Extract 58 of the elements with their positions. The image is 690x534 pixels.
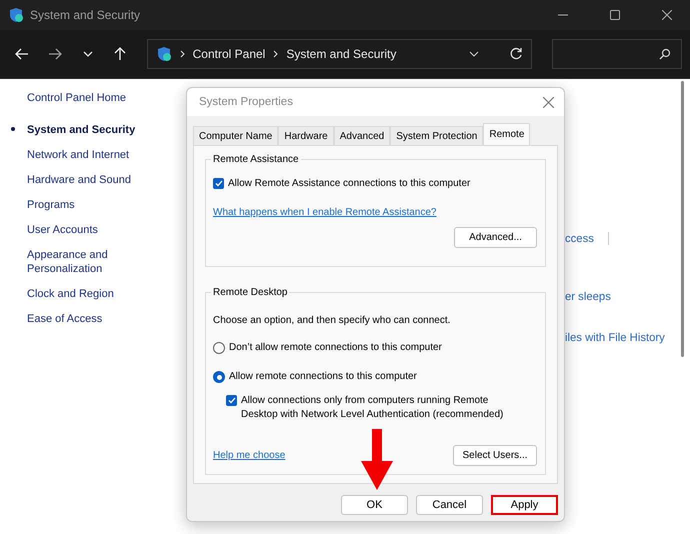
- instruction-text: Choose an option, and then specify who can connect.: [213, 315, 452, 326]
- forward-arrow-icon[interactable]: [48, 48, 62, 60]
- sidebar-item[interactable]: User Accounts: [27, 221, 98, 239]
- checkbox[interactable]: [226, 395, 237, 406]
- dialog-title: System Properties: [199, 96, 293, 108]
- task-link[interactable]: iles with File History: [565, 332, 665, 344]
- search-icon: [658, 48, 671, 60]
- sidebar-item[interactable]: Clock and Region: [27, 285, 114, 303]
- help-link[interactable]: Help me choose: [213, 450, 286, 461]
- tab[interactable]: Computer Name: [193, 126, 278, 145]
- app-icon: [8, 7, 24, 23]
- sidebar-item[interactable]: System and Security: [27, 121, 136, 139]
- sidebar-item[interactable]: Appearance and Personalization: [27, 246, 117, 278]
- up-arrow-icon[interactable]: [114, 47, 126, 61]
- close-icon[interactable]: [542, 96, 554, 108]
- chevron-right-icon: [273, 50, 278, 58]
- help-link[interactable]: What happens when I enable Remote Assistance?: [213, 207, 436, 218]
- address-bar[interactable]: Control Panel System and Security: [146, 39, 532, 69]
- bullet-icon: [11, 127, 15, 131]
- group-title: Remote Assistance: [212, 154, 300, 165]
- sidebar-link[interactable]: Control Panel Home: [27, 92, 186, 104]
- task-link[interactable]: ccess: [565, 232, 594, 244]
- tab[interactable]: Hardware: [278, 126, 334, 145]
- tab[interactable]: System Protection: [390, 126, 484, 145]
- close-icon[interactable]: [662, 10, 672, 20]
- select-users-button[interactable]: Select Users...: [453, 445, 537, 466]
- checkbox-label: Allow Remote Assistance connections to this computer: [228, 177, 470, 191]
- breadcrumb-item[interactable]: Control Panel: [192, 47, 266, 61]
- chevron-down-icon[interactable]: [82, 51, 93, 57]
- dropdown-icon[interactable]: [468, 51, 478, 57]
- group-title: Remote Desktop: [212, 287, 288, 298]
- back-arrow-icon[interactable]: [15, 48, 30, 60]
- location-icon: [156, 46, 172, 62]
- advanced-button[interactable]: Advanced...: [454, 227, 537, 248]
- radio-label: Allow remote connections to this computer: [229, 370, 417, 384]
- tab[interactable]: Remote: [483, 123, 530, 145]
- refresh-icon[interactable]: [508, 47, 522, 61]
- task-link[interactable]: er sleeps: [565, 291, 611, 303]
- checkbox[interactable]: [213, 178, 224, 189]
- checkbox-label: Allow connections only from computers running Remote Desktop with Network Level Authentication (recommended): [241, 394, 504, 422]
- scrollbar[interactable]: [681, 81, 684, 357]
- radio-button[interactable]: [213, 342, 225, 354]
- dialog-button[interactable]: OK: [341, 495, 408, 515]
- search-field[interactable]: [552, 39, 682, 69]
- tab[interactable]: Advanced: [334, 126, 390, 145]
- chevron-right-icon: [180, 50, 185, 58]
- radio-label: Don’t allow remote connections to this computer: [229, 341, 442, 355]
- window-title: System and Security: [30, 8, 140, 22]
- sidebar-item[interactable]: Programs: [27, 196, 75, 214]
- radio-button[interactable]: [213, 371, 225, 383]
- dialog-button[interactable]: Apply: [491, 495, 558, 515]
- sidebar-item[interactable]: Hardware and Sound: [27, 171, 131, 189]
- annotation-arrow: [360, 429, 394, 491]
- sidebar-item[interactable]: Ease of Access: [27, 310, 102, 328]
- maximize-icon[interactable]: [610, 10, 620, 20]
- dialog-button[interactable]: Cancel: [416, 495, 483, 515]
- sidebar-item[interactable]: Network and Internet: [27, 146, 130, 164]
- breadcrumb-item[interactable]: System and Security: [286, 47, 396, 61]
